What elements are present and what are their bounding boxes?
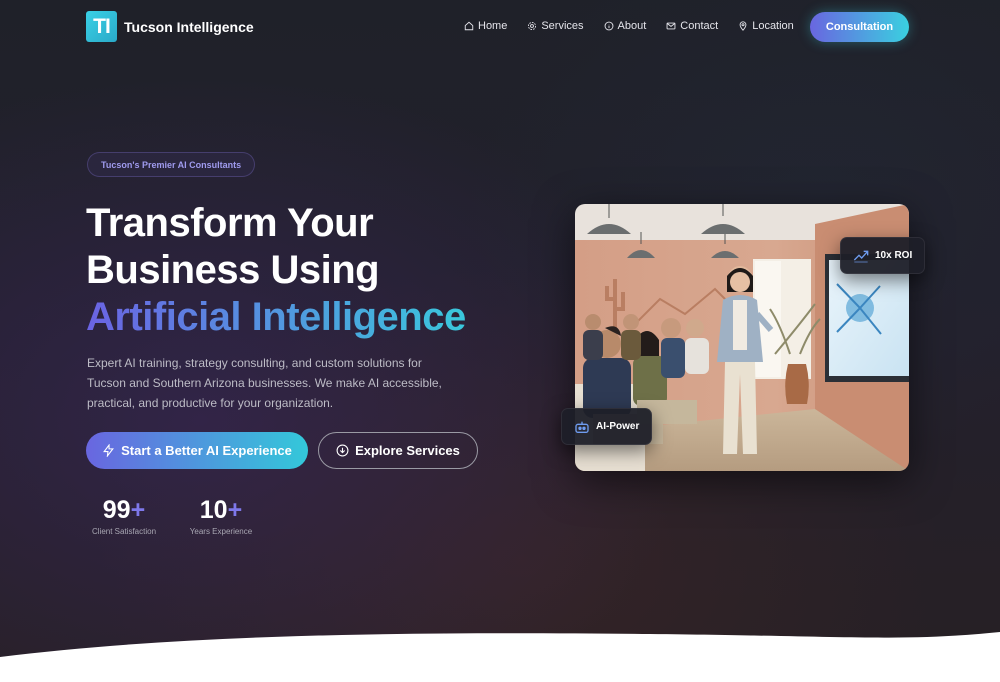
trending-up-icon	[853, 250, 869, 262]
stat-years-experience: 10+ Years Experience	[185, 496, 257, 536]
button-label: Explore Services	[355, 443, 460, 458]
map-pin-icon	[739, 21, 747, 31]
roi-label: 10x ROI	[875, 250, 913, 261]
navbar: TI Tucson Intelligence Home Services Abo…	[0, 0, 1000, 54]
explore-services-button[interactable]: Explore Services	[318, 432, 478, 469]
nav-link-label: Services	[541, 20, 584, 32]
logo-name: Tucson Intelligence	[124, 18, 254, 35]
nav-link-location[interactable]: Location	[738, 20, 794, 32]
headline-line-2: Business Using	[86, 248, 380, 292]
headline-line-3: Artificial Intelligence	[86, 295, 466, 339]
nav-link-label: About	[617, 20, 647, 32]
nav-link-label: Home	[478, 20, 508, 32]
mail-icon	[666, 22, 676, 30]
bottom-wave	[0, 632, 1000, 682]
roi-card: 10x ROI	[840, 237, 926, 274]
ai-power-card: AI-Power	[561, 408, 653, 445]
gear-icon	[528, 22, 537, 30]
info-icon	[604, 21, 613, 31]
hero-badge: Tucson's Premier AI Consultants	[87, 152, 256, 177]
robot-icon	[575, 421, 589, 433]
headline-line-1: Transform Your	[86, 201, 374, 245]
logo-mark: TI	[86, 11, 117, 42]
nav-link-home[interactable]: Home	[464, 20, 507, 32]
stat-value: 99+	[102, 496, 146, 524]
nav-link-services[interactable]: Services	[527, 20, 584, 32]
home-icon	[464, 21, 474, 31]
ai-power-label: AI-Power	[596, 421, 640, 432]
nav-link-label: Contact	[680, 20, 719, 32]
hero-description: Expert AI training, strategy consulting,…	[87, 356, 442, 410]
start-ai-experience-button[interactable]: Start a Better AI Experience	[86, 432, 308, 469]
consultation-button[interactable]: Consultation	[810, 12, 909, 42]
lightning-icon	[103, 444, 115, 457]
stat-label: Years Experience	[189, 527, 253, 536]
hero-headline: Transform Your Business Using Artificial…	[86, 200, 466, 341]
nav-link-about[interactable]: About	[604, 20, 647, 32]
stat-client-satisfaction: 99+ Client Satisfaction	[87, 496, 161, 536]
nav-link-contact[interactable]: Contact	[666, 20, 718, 32]
stat-label: Client Satisfaction	[91, 527, 157, 536]
nav-links: Home Services About Contact Location	[464, 20, 794, 32]
download-circle-icon	[336, 444, 349, 457]
button-label: Start a Better AI Experience	[121, 443, 292, 458]
stat-value: 10+	[199, 496, 243, 524]
logo[interactable]: TI Tucson Intelligence	[86, 11, 254, 42]
nav-link-label: Location	[752, 20, 794, 32]
